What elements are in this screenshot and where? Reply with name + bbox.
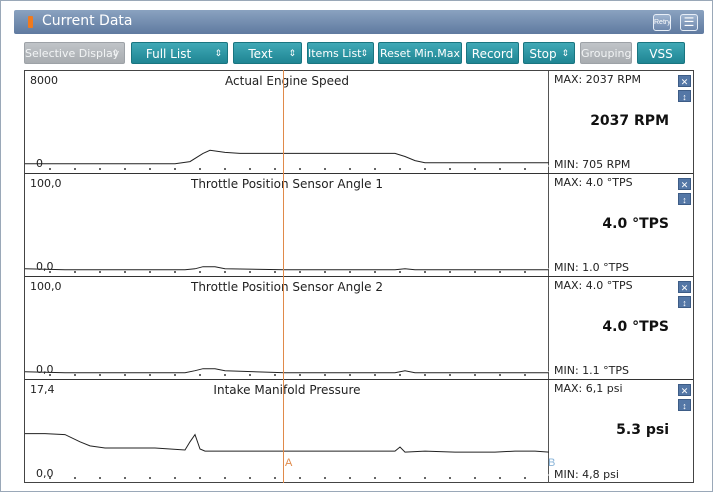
- updown-icon: ⇕: [214, 49, 222, 59]
- close-icon[interactable]: ✕: [678, 75, 691, 87]
- axis-min-label: 0,0: [36, 363, 54, 376]
- max-value: MAX: 4.0 °TPS: [554, 279, 633, 292]
- plot-area[interactable]: 100,0 0,0 Throttle Position Sensor Angle…: [25, 174, 549, 276]
- cursor-b-label: B: [548, 457, 556, 469]
- max-value: MAX: 2037 RPM: [554, 73, 642, 86]
- axis-min-label: 0,0: [36, 467, 54, 480]
- record-button[interactable]: Record: [466, 42, 519, 64]
- selective-display-button[interactable]: Selective Display ⇕: [24, 42, 125, 64]
- data-trace-line: [25, 433, 549, 453]
- axis-min-label: 0,0: [36, 260, 54, 273]
- panel-title: Intake Manifold Pressure: [213, 383, 361, 397]
- max-value: MAX: 6,1 psi: [554, 382, 623, 395]
- value-sidebar: MAX: 2037 RPM 2037 RPM MIN: 705 RPM ✕ ↕: [550, 71, 693, 173]
- panel-title: Throttle Position Sensor Angle 2: [191, 280, 383, 294]
- move-icon[interactable]: ↕: [678, 296, 691, 308]
- panel-title: Actual Engine Speed: [225, 74, 349, 88]
- data-trace-line: [25, 149, 549, 165]
- close-icon[interactable]: ✕: [678, 178, 691, 190]
- plot-area[interactable]: 100,0 0,0 Throttle Position Sensor Angle…: [25, 277, 549, 379]
- move-icon[interactable]: ↕: [678, 90, 691, 102]
- graph-panel-tps1[interactable]: 100,0 0,0 Throttle Position Sensor Angle…: [25, 174, 693, 277]
- current-data-window: Current Data Retry ☰ Selective Display ⇕…: [0, 0, 713, 492]
- window-title: Current Data: [42, 13, 133, 29]
- graph-panel-manifold-pressure[interactable]: 17,4 0,0 Intake Manifold Pressure MAX: 6…: [25, 380, 693, 483]
- min-value: MIN: 705 RPM: [554, 158, 631, 171]
- cursor-a-line[interactable]: [283, 70, 284, 483]
- min-value: MIN: 1.0 °TPS: [554, 261, 629, 274]
- current-value: 5.3 psi: [616, 422, 669, 438]
- updown-icon: ⇕: [360, 49, 368, 59]
- panel-title: Throttle Position Sensor Angle 1: [191, 177, 383, 191]
- current-value: 4.0 °TPS: [602, 216, 669, 232]
- title-marker-icon: [28, 16, 33, 28]
- current-value: 2037 RPM: [590, 113, 669, 129]
- move-icon[interactable]: ↕: [678, 399, 691, 411]
- updown-icon: ⇕: [288, 49, 296, 59]
- vss-button[interactable]: VSS: [637, 42, 685, 64]
- max-value: MAX: 4.0 °TPS: [554, 176, 633, 189]
- axis-min-label: 0: [36, 157, 43, 170]
- current-value: 4.0 °TPS: [602, 319, 669, 335]
- graph-panel-tps2[interactable]: 100,0 0,0 Throttle Position Sensor Angle…: [25, 277, 693, 380]
- items-list-button[interactable]: Items List ⇕: [307, 42, 374, 64]
- plot-area[interactable]: 8000 0 Actual Engine Speed: [25, 71, 549, 173]
- full-list-label: Full List: [145, 47, 192, 61]
- close-icon[interactable]: ✕: [678, 281, 691, 293]
- cursor-a-label: A: [285, 457, 293, 469]
- retry-icon[interactable]: Retry: [653, 14, 671, 31]
- text-button[interactable]: Text ⇕: [233, 42, 302, 64]
- full-list-button[interactable]: Full List ⇕: [131, 42, 228, 64]
- min-value: MIN: 1.1 °TPS: [554, 364, 629, 377]
- updown-icon: ⇕: [561, 49, 569, 59]
- menu-icon[interactable]: ☰: [680, 14, 698, 31]
- toolbar: Selective Display ⇕ Full List ⇕ Text ⇕ I…: [24, 42, 694, 64]
- data-trace-line: [25, 266, 549, 271]
- stop-label: Stop: [529, 47, 557, 61]
- grouping-button[interactable]: Grouping: [580, 42, 632, 64]
- value-sidebar: MAX: 4.0 °TPS 4.0 °TPS MIN: 1.1 °TPS ✕ ↕: [550, 277, 693, 379]
- graph-panel-engine-speed[interactable]: 8000 0 Actual Engine Speed MAX: 2037 RPM…: [25, 71, 693, 174]
- selective-display-label: Selective Display: [25, 47, 120, 60]
- stop-button[interactable]: Stop ⇕: [523, 42, 575, 64]
- min-value: MIN: 4,8 psi: [554, 468, 619, 481]
- value-sidebar: MAX: 6,1 psi 5.3 psi MIN: 4,8 psi ✕ ↕: [550, 380, 693, 483]
- close-icon[interactable]: ✕: [678, 384, 691, 396]
- title-bar: Current Data Retry ☰: [14, 10, 704, 34]
- move-icon[interactable]: ↕: [678, 193, 691, 205]
- updown-icon: ⇕: [111, 49, 119, 59]
- items-list-label: Items List: [308, 47, 362, 60]
- value-sidebar: MAX: 4.0 °TPS 4.0 °TPS MIN: 1.0 °TPS ✕ ↕: [550, 174, 693, 276]
- text-label: Text: [248, 47, 273, 61]
- graph-area: 8000 0 Actual Engine Speed MAX: 2037 RPM…: [24, 70, 694, 483]
- reset-min-max-button[interactable]: Reset Min.Max: [378, 42, 462, 64]
